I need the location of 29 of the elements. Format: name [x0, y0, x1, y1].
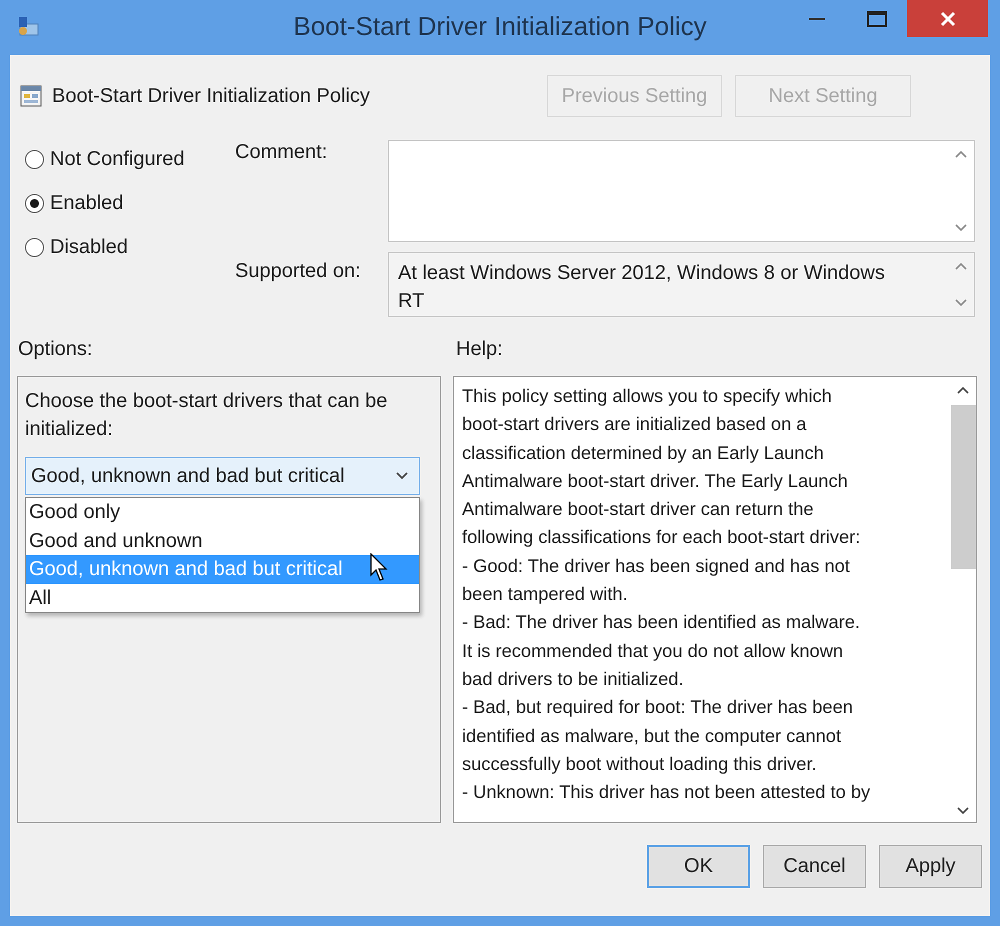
chevron-down-icon: [395, 471, 409, 481]
dropdown[interactable]: Good, unknown and bad but critical: [25, 457, 420, 495]
field-label: Comment:: [235, 141, 328, 163]
scroll-up-icon[interactable]: [956, 385, 970, 395]
dropdown-option[interactable]: Good only: [26, 498, 419, 526]
field-label: Supported on:: [235, 260, 361, 282]
radio-button[interactable]: Not Configured: [25, 148, 185, 171]
window-title: Boot-Start Driver Initialization Policy: [293, 11, 707, 41]
supported-on-field: At least Windows Server 2012, Windows 8 or Windows RT: [388, 252, 975, 317]
minimize-icon: [809, 16, 825, 20]
policy-icon: [20, 85, 42, 107]
cancel-button[interactable]: Cancel: [763, 845, 866, 888]
maximize-icon: [867, 10, 887, 26]
close-button[interactable]: [907, 0, 988, 37]
dropdown-option[interactable]: All: [26, 584, 419, 612]
radio-button[interactable]: Enabled: [25, 192, 124, 215]
prompt-text: Choose the boot-start drivers that can be initialized:: [25, 389, 388, 442]
policy-title: Boot-Start Driver Initialization Policy: [52, 84, 370, 108]
close-icon: [940, 10, 956, 26]
section-label: Options:: [18, 338, 92, 360]
scroll-down-icon[interactable]: [956, 806, 970, 816]
help-text: This policy setting allows you to specify which boot-start drivers are initialized based on a classification determined by an Early Launch Antimalware boot-start driver. The Early Launch Antimalware boot-start driver can return the following classifications for each boot-start driver: - Good: The driver has been signed and has not been tampered with. - Bad: The driver has been identified as malware. It is recommended that you do not allow known bad drivers to be initialized. - Bad, but required for boot: The driver has been identified as malware, but the computer cannot successfully boot without loading this driver. - Unknown: This driver has not been attested to by: [461, 384, 872, 804]
mouse-pointer-icon: [370, 553, 390, 583]
section-label: Help:: [456, 338, 503, 362]
ok-button[interactable]: OK: [647, 845, 750, 888]
radio-button[interactable]: Disabled: [25, 236, 128, 259]
apply-button[interactable]: Apply: [879, 845, 982, 888]
scrollbar-thumb[interactable]: [950, 405, 976, 569]
dropdown-option[interactable]: Good and unknown: [26, 526, 419, 555]
